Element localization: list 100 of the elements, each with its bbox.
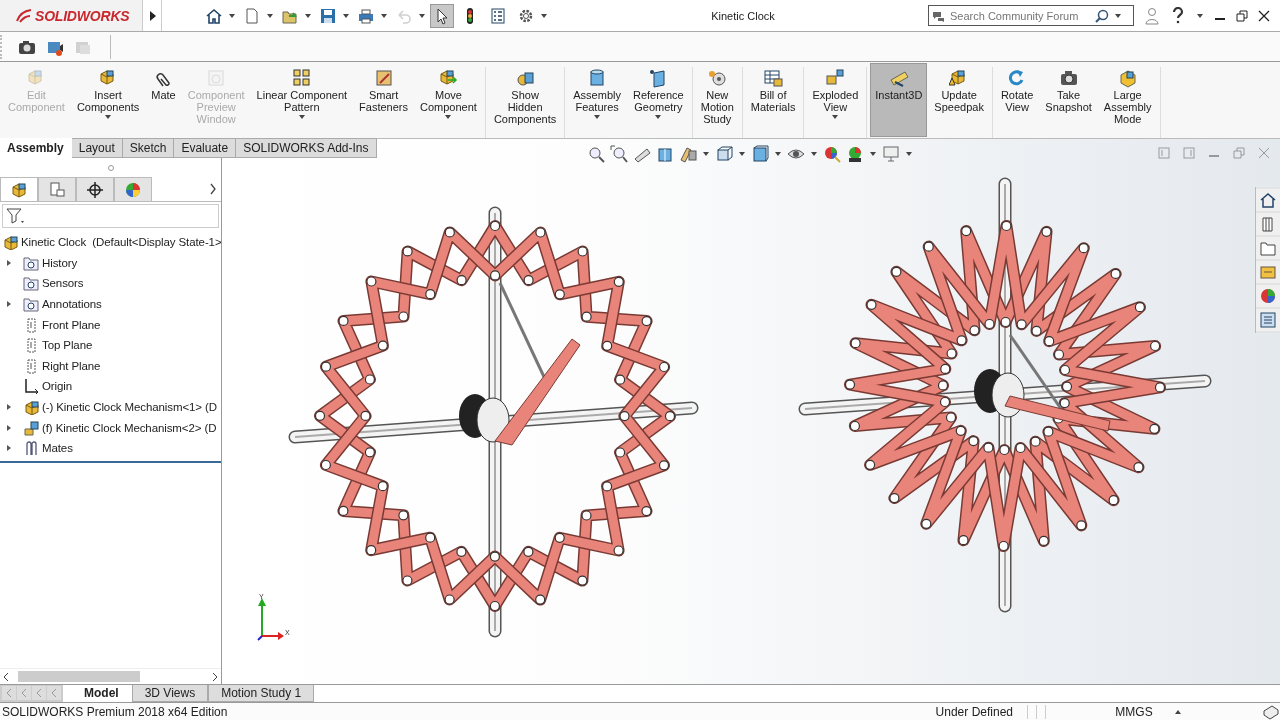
folder-icon xyxy=(23,296,39,313)
expand-arrow-icon[interactable] xyxy=(6,403,12,412)
view-tab[interactable]: Motion Study 1 xyxy=(208,685,315,702)
user-icon[interactable] xyxy=(1144,6,1160,25)
ribbon-button[interactable]: Mate xyxy=(146,65,181,135)
ribbon-button[interactable]: Update Speedpak xyxy=(929,65,989,135)
command-tab[interactable]: Sketch xyxy=(122,138,175,158)
manager-tab[interactable] xyxy=(76,177,114,201)
units-selector[interactable]: MMGS xyxy=(1094,704,1174,719)
tile-left-icon[interactable] xyxy=(1158,147,1170,159)
ribbon-button[interactable]: Reference Geometry xyxy=(627,65,689,135)
tree-item[interactable]: Kinetic Clock (Default<Display State-1> xyxy=(21,236,221,249)
folder-icon xyxy=(23,275,39,292)
expand-arrow-icon[interactable] xyxy=(6,444,12,453)
expand-arrow-icon[interactable] xyxy=(6,423,12,432)
command-tab[interactable]: Assembly xyxy=(0,138,72,158)
part-icon xyxy=(23,419,39,436)
fastener-icon xyxy=(373,68,394,88)
tree-item[interactable]: Origin xyxy=(42,380,73,393)
tree-item[interactable]: Front Plane xyxy=(42,318,101,331)
pointer-button[interactable] xyxy=(430,3,454,28)
ribbon-button[interactable]: Show Hidden Components xyxy=(488,65,562,135)
caret-icon xyxy=(738,151,746,157)
cube-icon xyxy=(23,399,39,416)
tree-item[interactable]: Annotations xyxy=(42,298,102,311)
scroll-left-icon[interactable] xyxy=(3,671,9,682)
appearance-icon[interactable] xyxy=(823,145,841,163)
command-tab[interactable]: Layout xyxy=(71,138,123,158)
toolbox-icon[interactable] xyxy=(1259,263,1277,281)
caret-icon xyxy=(905,151,913,157)
list-icon xyxy=(489,6,507,25)
home-icon xyxy=(205,6,223,25)
ribbon-button[interactable]: Smart Fasteners xyxy=(354,65,414,135)
expand-arrow-icon[interactable] xyxy=(6,300,12,309)
ribbon-button[interactable]: Linear Component Pattern xyxy=(251,65,353,135)
color-wheel-icon xyxy=(124,180,142,199)
scroll-right-icon[interactable] xyxy=(212,671,218,682)
filter-icon xyxy=(6,207,26,225)
expand-arrow-icon[interactable] xyxy=(6,258,12,267)
search-field[interactable]: Search Community Forum xyxy=(928,5,1134,26)
ribbon-button[interactable]: Move Component xyxy=(415,65,482,135)
command-tab[interactable]: SOLIDWORKS Add-Ins xyxy=(236,138,377,158)
play-icon[interactable] xyxy=(147,9,157,22)
table-icon xyxy=(763,68,784,88)
tree-item[interactable]: (f) Kinetic Clock Mechanism<2> (D xyxy=(42,421,217,434)
folder-icon xyxy=(23,254,39,271)
ribbon-button[interactable]: Assembly Features xyxy=(568,65,626,135)
tree-item[interactable]: Sensors xyxy=(42,277,84,290)
scene-icon[interactable] xyxy=(846,145,864,163)
restore-icon[interactable] xyxy=(1236,9,1248,22)
ribbon-button[interactable]: Exploded View xyxy=(807,65,864,135)
filter-field[interactable] xyxy=(2,204,219,228)
view-cube-icon[interactable] xyxy=(715,145,733,163)
zoom-area-icon[interactable] xyxy=(610,145,628,163)
ribbon-button[interactable]: Instant3D xyxy=(870,63,928,137)
view-tab[interactable]: 3D Views xyxy=(131,685,209,702)
properties-icon[interactable] xyxy=(1259,311,1277,329)
ribbon-button[interactable]: Take Snapshot xyxy=(1040,65,1097,135)
ribbon-button[interactable]: Insert Components xyxy=(71,65,145,135)
home-icon[interactable] xyxy=(1259,191,1277,209)
search-input[interactable]: Search Community Forum xyxy=(950,9,1090,22)
appearance-icon[interactable] xyxy=(1259,287,1277,305)
search-icon xyxy=(1095,8,1109,23)
manager-tab[interactable] xyxy=(0,177,38,201)
tree-item[interactable]: (-) Kinetic Clock Mechanism<1> (D xyxy=(42,401,217,414)
monitor-icon[interactable] xyxy=(882,145,900,163)
ribbon-button[interactable]: Bill of Materials xyxy=(745,65,801,135)
ribbon-button[interactable]: Rotate View xyxy=(995,65,1039,135)
command-tab[interactable]: Evaluate xyxy=(174,138,237,158)
tile-right-icon[interactable] xyxy=(1183,147,1195,159)
caret-icon xyxy=(228,12,236,19)
tree-item[interactable]: Top Plane xyxy=(42,339,93,352)
cube-icon xyxy=(1117,68,1138,88)
caret-icon xyxy=(654,114,663,120)
folder-icon[interactable] xyxy=(1259,239,1277,257)
axes-icon xyxy=(23,378,39,395)
scrollbar-thumb[interactable] xyxy=(18,671,140,682)
caret-icon xyxy=(593,114,602,120)
close-icon[interactable] xyxy=(1258,9,1270,22)
tree-item[interactable]: History xyxy=(42,256,78,269)
chevron-right-icon[interactable] xyxy=(209,183,217,195)
grip-icon[interactable] xyxy=(106,164,115,172)
window-icon xyxy=(206,68,227,88)
property-icon xyxy=(48,180,66,199)
zoom-fit-icon[interactable] xyxy=(587,145,605,163)
caret-icon xyxy=(104,114,113,120)
help-icon[interactable] xyxy=(1170,7,1186,24)
ribbon-button[interactable]: Large Assembly Mode xyxy=(1098,65,1157,135)
display-style-icon[interactable] xyxy=(751,145,769,163)
tree-item[interactable]: Mates xyxy=(42,442,73,455)
cube-icon xyxy=(10,180,28,199)
caret-icon xyxy=(444,114,453,120)
paperclip-icon xyxy=(23,440,39,457)
new-document-icon xyxy=(243,6,261,25)
caret-icon xyxy=(380,12,388,19)
caret-icon xyxy=(831,114,840,120)
caret-icon xyxy=(342,12,350,19)
tree-item[interactable]: Right Plane xyxy=(42,359,101,372)
ribbon-button[interactable]: New Motion Study xyxy=(695,65,739,135)
cube-icon xyxy=(2,234,18,251)
